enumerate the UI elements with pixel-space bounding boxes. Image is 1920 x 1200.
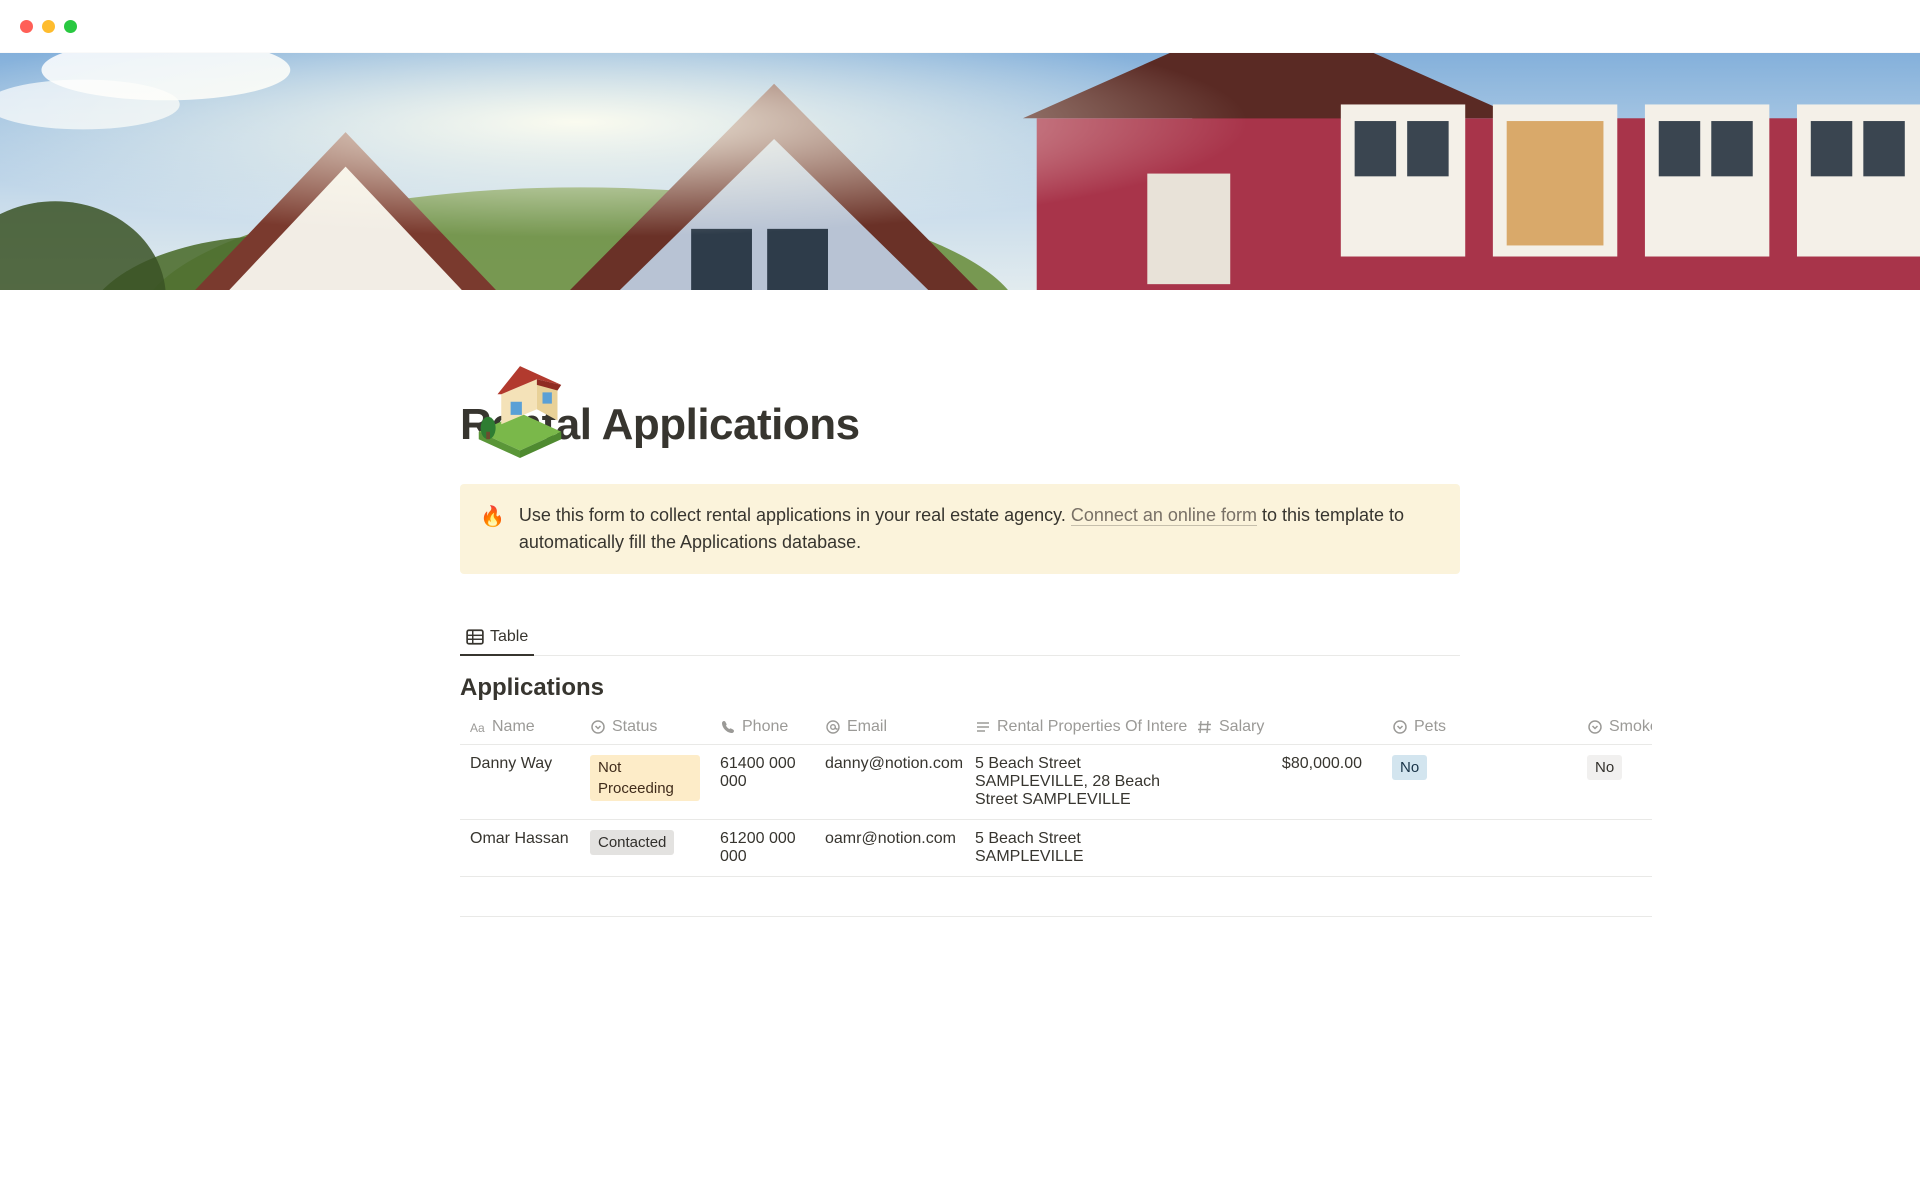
table-row[interactable]: Omar Hassan Contacted 61200 000 000oamr@no…	[460, 820, 1652, 877]
cell-empty[interactable]	[965, 877, 1187, 917]
column-label: Email	[847, 718, 887, 736]
column-header-pets[interactable]: Pets	[1382, 710, 1577, 745]
fire-icon: 🔥	[480, 502, 505, 556]
page-cover[interactable]	[0, 53, 1920, 290]
column-label: Smoker	[1609, 718, 1652, 736]
column-header-name[interactable]: Aa Name	[460, 710, 580, 745]
cell-empty[interactable]	[580, 877, 710, 917]
cell-properties[interactable]: 5 Beach Street SAMPLEVILLE, 28 Beach Str…	[965, 745, 1187, 820]
applications-table: Aa Name Status Phone	[460, 710, 1652, 917]
cell-smoker[interactable]: No	[1577, 745, 1652, 820]
cell-empty[interactable]	[1187, 877, 1382, 917]
column-label: Phone	[742, 718, 788, 736]
column-label: Pets	[1414, 718, 1446, 736]
window-titlebar	[0, 0, 1920, 53]
page-title[interactable]: Rental Applications	[460, 400, 1460, 450]
cell-name[interactable]: Danny Way	[460, 745, 580, 820]
cell-empty[interactable]	[1577, 877, 1652, 917]
tag: Not Proceeding	[590, 755, 700, 801]
callout-text: Use this form to collect rental applicat…	[519, 502, 1440, 556]
tag: Contacted	[590, 830, 674, 855]
cell-pets[interactable]	[1382, 820, 1577, 877]
cell-status[interactable]: Not Proceeding	[580, 745, 710, 820]
cell-status[interactable]: Contacted	[580, 820, 710, 877]
column-label: Rental Properties Of Interest	[997, 718, 1187, 736]
table-icon	[466, 628, 484, 646]
cell-pets[interactable]: No	[1382, 745, 1577, 820]
cell-salary[interactable]	[1187, 820, 1382, 877]
cell-empty[interactable]	[460, 877, 580, 917]
cell-name[interactable]: Omar Hassan	[460, 820, 580, 877]
tag: No	[1587, 755, 1622, 780]
select-icon	[590, 719, 606, 735]
svg-text:Aa: Aa	[470, 721, 485, 735]
cell-email[interactable]: oamr@notion.com	[815, 820, 965, 877]
cell-phone[interactable]: 61200 000 000	[710, 820, 815, 877]
column-header-properties[interactable]: Rental Properties Of Interest	[965, 710, 1187, 745]
column-header-phone[interactable]: Phone	[710, 710, 815, 745]
title-icon: Aa	[470, 719, 486, 735]
column-label: Status	[612, 718, 657, 736]
window-minimize-button[interactable]	[42, 20, 55, 33]
connect-form-link[interactable]: Connect an online form	[1071, 505, 1257, 526]
callout-text-before: Use this form to collect rental applicat…	[519, 505, 1071, 525]
phone-icon	[720, 719, 736, 735]
column-label: Name	[492, 718, 535, 736]
number-icon	[1197, 719, 1213, 735]
window-zoom-button[interactable]	[64, 20, 77, 33]
tab-table-label: Table	[490, 628, 528, 646]
column-label: Salary	[1219, 718, 1264, 736]
cell-smoker[interactable]	[1577, 820, 1652, 877]
cell-empty[interactable]	[1382, 877, 1577, 917]
select-icon	[1587, 719, 1603, 735]
page-icon[interactable]	[460, 338, 588, 466]
cell-phone[interactable]: 61400 000 000	[710, 745, 815, 820]
table-row[interactable]: Danny WayNot Proceeding61400 000 000dann…	[460, 745, 1652, 820]
cell-salary[interactable]: $80,000.00	[1187, 745, 1382, 820]
window-close-button[interactable]	[20, 20, 33, 33]
column-header-smoker[interactable]: Smoker	[1577, 710, 1652, 745]
table-row-empty[interactable]	[460, 877, 1652, 917]
at-icon	[825, 719, 841, 735]
cell-email[interactable]: danny@notion.com	[815, 745, 965, 820]
column-header-status[interactable]: Status	[580, 710, 710, 745]
callout-block[interactable]: 🔥 Use this form to collect rental applic…	[460, 484, 1460, 574]
text-icon	[975, 719, 991, 735]
column-header-email[interactable]: Email	[815, 710, 965, 745]
cell-empty[interactable]	[815, 877, 965, 917]
tag: No	[1392, 755, 1427, 780]
cover-image	[0, 53, 1920, 290]
select-icon	[1392, 719, 1408, 735]
database-view-tabs: Table	[460, 620, 1460, 656]
database-title[interactable]: Applications	[460, 674, 1460, 702]
cell-properties[interactable]: 5 Beach Street SAMPLEVILLE	[965, 820, 1187, 877]
tab-table[interactable]: Table	[460, 620, 534, 656]
column-header-salary[interactable]: Salary	[1187, 710, 1382, 745]
cell-empty[interactable]	[710, 877, 815, 917]
